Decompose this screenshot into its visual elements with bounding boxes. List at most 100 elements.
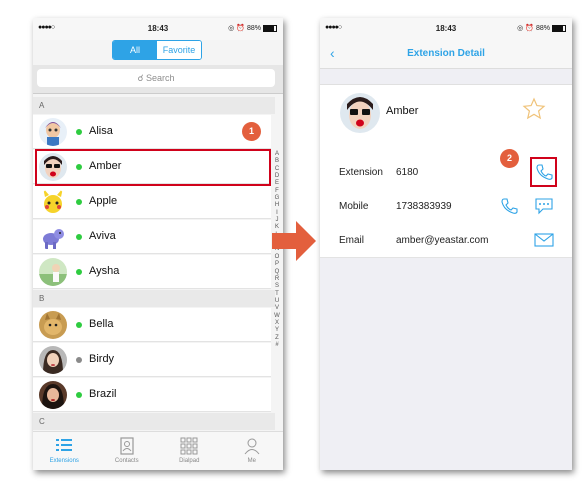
field-value: 1738383939	[396, 201, 452, 212]
avatar	[39, 311, 67, 339]
avatar	[39, 188, 67, 216]
contact-row-aviva[interactable]: Aviva	[33, 220, 271, 254]
index-letter[interactable]: E	[273, 180, 281, 187]
phone-call-icon[interactable]	[500, 197, 518, 215]
segment-favorite[interactable]: Favorite	[157, 41, 201, 59]
contact-name: Apple	[89, 195, 118, 207]
step-badge: 2	[500, 149, 519, 168]
bottom-tab-bar: Extensions Contacts Dialpad Me	[33, 431, 283, 470]
presence-online-dot	[76, 129, 82, 135]
alarm-icon: ⏰	[236, 25, 245, 32]
index-letter[interactable]: H	[273, 202, 281, 209]
contact-row-alisa[interactable]: Alisa	[33, 115, 271, 149]
index-letter[interactable]: Y	[273, 327, 281, 334]
contact-name: Bella	[89, 318, 114, 330]
tab-label: Me	[247, 458, 256, 464]
tab-contacts[interactable]: Contacts	[96, 432, 159, 470]
favorite-star-icon[interactable]	[522, 97, 546, 121]
segment-all[interactable]: All	[113, 41, 157, 59]
index-letter[interactable]: B	[273, 158, 281, 165]
contact-name: Aviva	[89, 230, 116, 242]
index-letter[interactable]: P	[273, 261, 281, 268]
page-title: Extension Detail	[407, 48, 485, 59]
tab-label: Dialpad	[179, 458, 200, 464]
status-right: ◎ ⏰ 88%	[228, 24, 277, 32]
field-row-email: Email amber@yeastar.com	[320, 223, 572, 258]
message-bubble-icon[interactable]	[534, 197, 554, 215]
field-label: Extension	[339, 167, 383, 178]
tab-extensions[interactable]: Extensions	[33, 432, 96, 470]
arrow-right-icon	[272, 221, 316, 261]
field-value: 6180	[396, 167, 419, 178]
index-letter[interactable]: V	[273, 305, 281, 312]
battery-percent: 88%	[246, 24, 261, 32]
contact-row-bella[interactable]: Bella	[33, 308, 271, 342]
tab-me[interactable]: Me	[221, 432, 284, 470]
person-icon	[243, 437, 261, 455]
index-letter[interactable]: I	[273, 210, 281, 217]
presence-online-dot	[76, 322, 82, 328]
lock-icon: ◎	[517, 25, 524, 32]
alarm-icon: ⏰	[525, 25, 534, 32]
contact-name: Alisa	[89, 125, 113, 137]
step-badge: 1	[242, 122, 261, 141]
index-letter[interactable]: S	[273, 283, 281, 290]
index-letter[interactable]: W	[273, 313, 281, 320]
index-letter[interactable]: X	[273, 320, 281, 327]
contact-name: Birdy	[89, 353, 115, 365]
contact-row-brazil[interactable]: Brazil	[33, 378, 271, 412]
avatar	[340, 93, 380, 133]
contact-row-apple[interactable]: Apple	[33, 185, 271, 219]
contact-name: Brazil	[89, 388, 117, 400]
extension-detail-screen: ●●●●○ 18:43 ◎ ⏰ 88% ‹ Extension Detail A…	[320, 18, 572, 470]
presence-online-dot	[76, 392, 82, 398]
list-icon	[55, 437, 73, 455]
index-letter[interactable]: A	[273, 151, 281, 158]
mail-icon[interactable]	[534, 233, 554, 247]
nav-bar: ‹ Extension Detail	[320, 40, 572, 69]
index-letter[interactable]: #	[273, 342, 281, 349]
contact-name: Amber	[386, 105, 419, 117]
contacts-book-icon	[118, 437, 136, 455]
contact-row-birdy[interactable]: Birdy	[33, 343, 271, 377]
section-header-b: B	[33, 290, 275, 307]
index-letter[interactable]: Q	[273, 269, 281, 276]
field-value: amber@yeastar.com	[396, 235, 489, 246]
search-input[interactable]: ☌ Search	[37, 69, 275, 87]
lock-icon: ◎	[228, 25, 235, 32]
amber-row-highlight	[35, 149, 271, 186]
presence-online-dot	[76, 234, 82, 240]
dialpad-icon	[180, 437, 198, 455]
avatar	[39, 346, 67, 374]
field-label: Mobile	[339, 201, 369, 212]
status-right: ◎ ⏰ 88%	[517, 24, 566, 32]
avatar	[39, 223, 67, 251]
extensions-screen: ●●●●○ 18:43 ◎ ⏰ 88% All Favorite ☌ Searc…	[33, 18, 283, 470]
tab-label: Extensions	[49, 458, 79, 464]
battery-percent: 88%	[535, 24, 550, 32]
presence-online-dot	[76, 269, 82, 275]
presence-online-dot	[76, 199, 82, 205]
battery-icon	[552, 24, 566, 32]
index-letter[interactable]: Z	[273, 335, 281, 342]
index-letter[interactable]: D	[273, 173, 281, 180]
index-letter[interactable]: T	[273, 291, 281, 298]
section-header-c: C	[33, 413, 275, 430]
index-letter[interactable]: G	[273, 195, 281, 202]
index-letter[interactable]: R	[273, 276, 281, 283]
contact-row-aysha[interactable]: Aysha	[33, 255, 271, 289]
index-letter[interactable]: F	[273, 188, 281, 195]
search-placeholder: Search	[146, 73, 175, 83]
index-letter[interactable]: C	[273, 166, 281, 173]
avatar	[39, 381, 67, 409]
index-letter[interactable]: U	[273, 298, 281, 305]
tab-label: Contacts	[114, 458, 139, 464]
contact-header-card: Amber	[320, 84, 572, 158]
contact-name: Aysha	[89, 265, 120, 277]
search-bar: ☌ Search	[33, 65, 283, 94]
battery-icon	[263, 24, 277, 32]
section-header-a: A	[33, 97, 275, 114]
status-bar: ●●●●○ 18:43 ◎ ⏰ 88%	[33, 18, 283, 40]
filter-segmented-control: All Favorite	[112, 40, 202, 60]
tab-dialpad[interactable]: Dialpad	[158, 432, 221, 470]
